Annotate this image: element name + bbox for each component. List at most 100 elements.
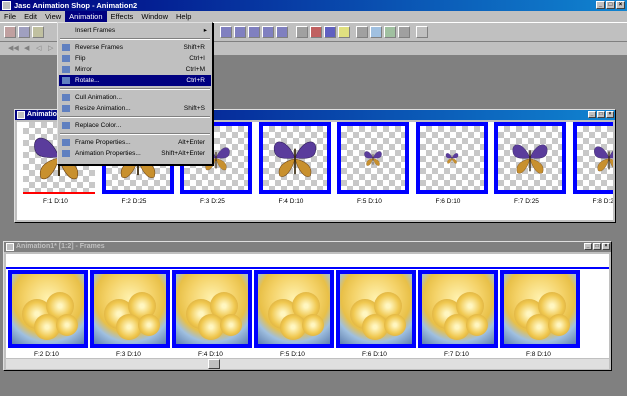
menu-effects[interactable]: Effects bbox=[107, 11, 138, 22]
menu-view[interactable]: View bbox=[41, 11, 65, 22]
menu-item-animation-properties[interactable]: Animation Properties... Shift+Alt+Enter bbox=[59, 148, 211, 159]
frame-thumbnail[interactable]: F:3 D:10 bbox=[90, 270, 170, 358]
minimize-button[interactable]: _ bbox=[596, 1, 605, 9]
frame-image[interactable] bbox=[336, 270, 416, 348]
rose-shape bbox=[138, 314, 160, 336]
frame-label: F:8 D:2 bbox=[592, 198, 614, 205]
frame-image[interactable] bbox=[572, 122, 613, 194]
toolbar-button-icon[interactable] bbox=[234, 26, 246, 38]
menu-item-icon bbox=[62, 122, 70, 129]
menu-animation[interactable]: Animation bbox=[65, 11, 107, 22]
close-button[interactable]: × bbox=[606, 111, 614, 118]
menu-item-cull-animation[interactable]: Cull Animation... bbox=[59, 92, 211, 103]
minimize-button[interactable]: _ bbox=[584, 243, 592, 250]
toolbar-button-icon[interactable] bbox=[310, 26, 322, 38]
menu-item-icon bbox=[62, 44, 70, 51]
menu-window[interactable]: Window bbox=[137, 11, 172, 22]
frame-thumbnail[interactable]: F:5 D:10 bbox=[254, 270, 334, 358]
scrollbar-thumb[interactable] bbox=[208, 359, 220, 369]
frame-image[interactable] bbox=[254, 270, 334, 348]
close-button[interactable]: × bbox=[616, 1, 625, 9]
toolbar-button-icon[interactable] bbox=[18, 26, 30, 38]
document-icon bbox=[6, 243, 14, 251]
menu-item-label: Frame Properties... bbox=[75, 139, 131, 146]
frame-image[interactable] bbox=[8, 270, 88, 348]
frame-label: F:8 D:10 bbox=[526, 351, 551, 358]
frame-image[interactable] bbox=[415, 122, 488, 194]
play-icon[interactable]: ◁ bbox=[36, 44, 41, 52]
menu-item-shortcut: Ctrl+R bbox=[186, 77, 205, 84]
menu-item-label: Insert Frames bbox=[75, 27, 116, 34]
app-icon[interactable] bbox=[2, 1, 11, 10]
help-icon[interactable] bbox=[416, 26, 428, 38]
menu-item-icon bbox=[62, 139, 70, 146]
first-frame-icon[interactable]: ◀◀ bbox=[8, 44, 19, 52]
stop-icon[interactable]: ▷ bbox=[48, 44, 53, 52]
animation-menu-dropdown: Insert Frames ▸ Reverse Frames Shift+R Flip C… bbox=[57, 22, 213, 165]
menu-item-replace-color[interactable]: Replace Color... bbox=[59, 120, 211, 131]
frame-thumbnail[interactable]: F:6 D:10 bbox=[336, 270, 416, 358]
toolbar-button-icon[interactable] bbox=[356, 26, 368, 38]
frame-label: F:7 D:25 bbox=[514, 198, 539, 205]
toolbar-button-icon[interactable] bbox=[4, 26, 16, 38]
toolbar-button-icon[interactable] bbox=[262, 26, 274, 38]
frame-image[interactable] bbox=[494, 122, 566, 194]
frame-thumbnail[interactable]: F:7 D:10 bbox=[418, 270, 498, 358]
menu-separator bbox=[60, 116, 210, 118]
menu-item-mirror[interactable]: Mirror Ctrl+M bbox=[59, 64, 211, 75]
butterfly-icon bbox=[593, 146, 613, 172]
frame-image[interactable] bbox=[258, 122, 331, 194]
butterfly-icon bbox=[273, 141, 316, 177]
rose-shape bbox=[384, 314, 406, 336]
frame-label: F:1 D:10 bbox=[43, 198, 68, 205]
frame-image[interactable] bbox=[90, 270, 170, 348]
maximize-button[interactable]: □ bbox=[597, 111, 605, 118]
menu-item-shortcut: Ctrl+I bbox=[189, 55, 205, 62]
toolbar-button-icon[interactable] bbox=[398, 26, 410, 38]
toolbar-button-icon[interactable] bbox=[32, 26, 44, 38]
frame-thumbnail[interactable]: F:2 D:10 bbox=[8, 270, 88, 358]
minimize-button[interactable]: _ bbox=[588, 111, 596, 118]
menu-item-shortcut: Shift+Alt+Enter bbox=[161, 150, 205, 157]
menu-separator bbox=[60, 88, 210, 90]
menu-item-resize-animation[interactable]: Resize Animation... Shift+S bbox=[59, 103, 211, 114]
toolbar-button-icon[interactable] bbox=[370, 26, 382, 38]
menu-item-reverse-frames[interactable]: Reverse Frames Shift+R bbox=[59, 42, 211, 53]
menu-item-shortcut: Shift+S bbox=[183, 105, 205, 112]
frame-image[interactable] bbox=[418, 270, 498, 348]
maximize-button[interactable]: □ bbox=[606, 1, 615, 9]
menu-edit[interactable]: Edit bbox=[20, 11, 41, 22]
toolbar-button-icon[interactable] bbox=[296, 26, 308, 38]
frame-thumbnail[interactable]: F:4 D:10 bbox=[172, 270, 252, 358]
menu-item-label: Resize Animation... bbox=[75, 105, 131, 112]
menu-item-insert-frames[interactable]: Insert Frames ▸ bbox=[59, 25, 211, 36]
butterfly-icon bbox=[445, 153, 458, 164]
toolbar-button-icon[interactable] bbox=[384, 26, 396, 38]
frame-label: F:6 D:10 bbox=[435, 198, 461, 205]
frame-image[interactable] bbox=[172, 270, 252, 348]
toolbar-button-icon[interactable] bbox=[324, 26, 336, 38]
rose-shape bbox=[466, 314, 488, 336]
previous-frame-icon[interactable]: ◀ bbox=[24, 44, 29, 52]
close-button[interactable]: × bbox=[602, 243, 610, 250]
rose-shape bbox=[302, 314, 324, 336]
toolbar-button-icon[interactable] bbox=[276, 26, 288, 38]
menu-item-flip[interactable]: Flip Ctrl+I bbox=[59, 53, 211, 64]
frame-image[interactable] bbox=[337, 122, 409, 194]
menu-item-frame-properties[interactable]: Frame Properties... Alt+Enter bbox=[59, 137, 211, 148]
app-title-bar: Jasc Animation Shop - Animation2 _ □ × bbox=[0, 0, 627, 11]
window-title: Animation1* [1:2] - Frames bbox=[16, 243, 105, 250]
frame-thumbnail[interactable]: F:8 D:10 bbox=[500, 270, 580, 358]
menu-file[interactable]: File bbox=[0, 11, 20, 22]
frame-image[interactable] bbox=[500, 270, 580, 348]
toolbar-button-icon[interactable] bbox=[248, 26, 260, 38]
menu-item-rotate[interactable]: Rotate... Ctrl+R bbox=[59, 75, 211, 86]
menu-item-label: Mirror bbox=[75, 66, 92, 73]
maximize-button[interactable]: □ bbox=[593, 243, 601, 250]
menu-item-label: Animation Properties... bbox=[75, 150, 141, 157]
menu-item-shortcut: Alt+Enter bbox=[178, 139, 205, 146]
toolbar-button-icon[interactable] bbox=[220, 26, 232, 38]
horizontal-scrollbar[interactable] bbox=[6, 359, 609, 369]
toolbar-button-icon[interactable] bbox=[338, 26, 350, 38]
menu-help[interactable]: Help bbox=[172, 11, 195, 22]
